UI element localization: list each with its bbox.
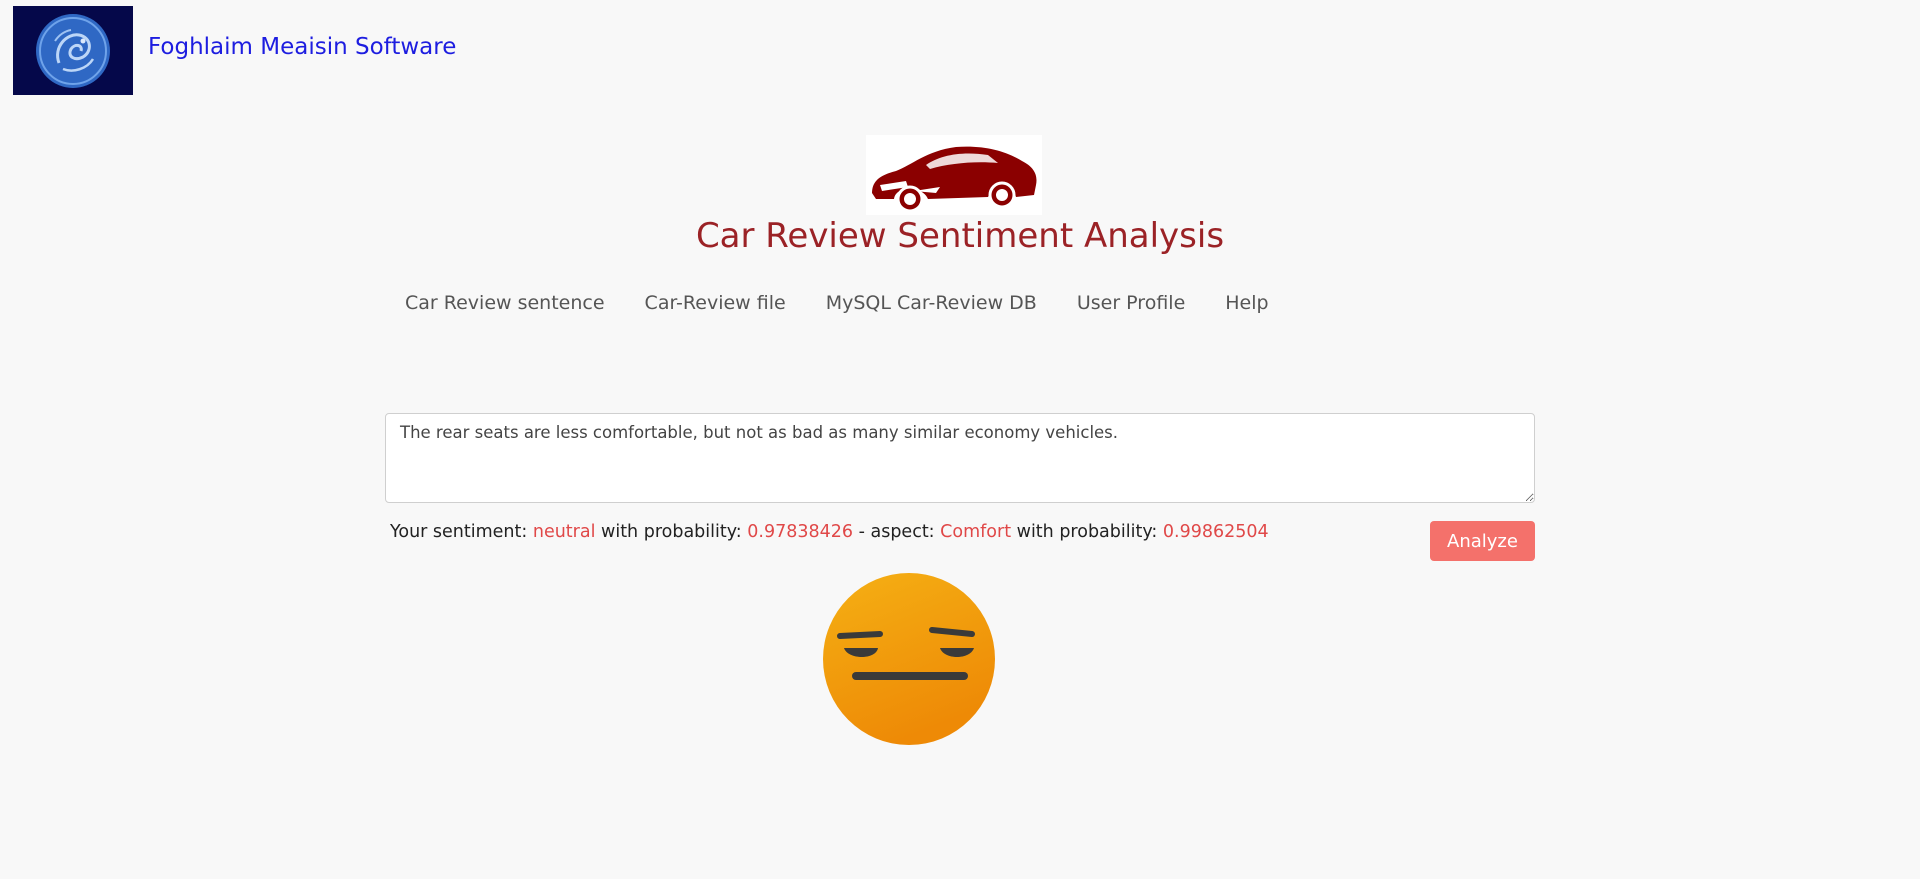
- review-sentence-input[interactable]: The rear seats are less comfortable, but…: [385, 413, 1535, 503]
- sentiment-value: neutral: [532, 522, 596, 542]
- neutral-face-emoji-icon: [823, 573, 995, 745]
- main-nav: Car Review sentence Car-Review file MySQ…: [405, 292, 1269, 314]
- brand-logo[interactable]: [13, 6, 133, 95]
- nav-car-review-sentence[interactable]: Car Review sentence: [405, 292, 605, 314]
- brand-name-link[interactable]: Foghlaim Meaisin Software: [148, 34, 456, 60]
- analyze-button[interactable]: Analyze: [1430, 521, 1535, 561]
- phoenix-circle-logo-icon: [36, 13, 110, 88]
- result-with-probability: with probability:: [595, 522, 748, 542]
- nav-mysql-car-review-db[interactable]: MySQL Car-Review DB: [826, 292, 1037, 314]
- hero-car-image: [866, 135, 1042, 215]
- sports-car-icon: [872, 146, 1037, 213]
- nav-help[interactable]: Help: [1225, 292, 1268, 314]
- result-aspect-label: - aspect:: [853, 522, 941, 542]
- aspect-value: Comfort: [940, 522, 1012, 542]
- aspect-probability: 0.99862504: [1162, 522, 1269, 542]
- sentiment-result: Your sentiment: neutral with probability…: [390, 522, 1269, 542]
- sentiment-probability: 0.97838426: [747, 522, 854, 542]
- page-title: Car Review Sentiment Analysis: [695, 216, 1225, 256]
- result-prefix: Your sentiment:: [390, 522, 533, 542]
- nav-user-profile[interactable]: User Profile: [1077, 292, 1185, 314]
- nav-car-review-file[interactable]: Car-Review file: [645, 292, 786, 314]
- result-with-probability-2: with probability:: [1011, 522, 1163, 542]
- sentiment-emoji: [822, 572, 996, 746]
